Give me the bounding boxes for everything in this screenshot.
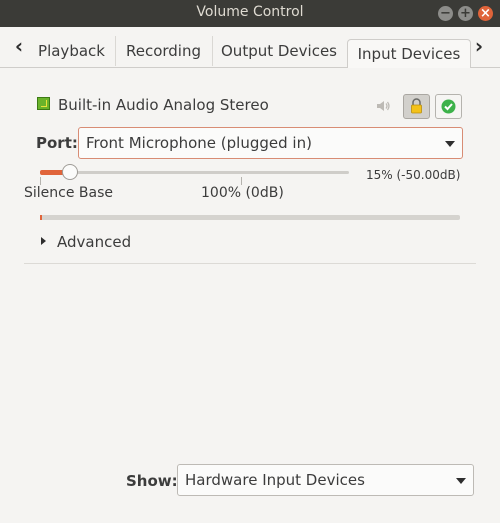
level-meter <box>40 215 460 220</box>
tab-scroll-left-icon[interactable]: ‹ <box>12 36 26 56</box>
tab-scroll-right-icon[interactable]: › <box>472 36 486 56</box>
unity-label: 100% (0dB) <box>201 185 284 201</box>
tab-output-devices[interactable]: Output Devices <box>212 36 346 66</box>
show-label: Show: <box>126 472 178 490</box>
speaker-icon[interactable] <box>375 98 391 114</box>
close-button[interactable]: × <box>478 6 493 21</box>
device-name: Built-in Audio Analog Stereo <box>58 96 269 114</box>
unity-tick <box>241 177 242 185</box>
advanced-expander[interactable]: Advanced <box>57 233 131 251</box>
silence-base-label: Silence Base <box>24 185 114 201</box>
check-circle-icon <box>441 99 456 114</box>
volume-slider-track[interactable] <box>40 171 349 174</box>
lock-channels-button[interactable] <box>403 94 430 119</box>
lock-icon <box>411 98 422 114</box>
set-default-button[interactable] <box>435 94 462 119</box>
expander-arrow-icon[interactable] <box>41 237 46 245</box>
title-bar: Volume Control − + × <box>0 0 500 27</box>
tab-recording[interactable]: Recording <box>115 36 213 66</box>
minimize-button[interactable]: − <box>438 6 453 21</box>
tab-playback[interactable]: Playback <box>28 36 116 66</box>
port-label: Port: <box>36 134 78 152</box>
volume-readout: 15% (-50.00dB) <box>366 168 461 182</box>
volume-slider-thumb[interactable] <box>62 164 79 180</box>
tab-input-devices[interactable]: Input Devices <box>347 39 471 68</box>
chevron-down-icon <box>456 478 466 484</box>
port-value: Front Microphone (plugged in) <box>86 134 312 152</box>
chevron-down-icon <box>445 141 455 147</box>
tab-bar: ‹ Playback Recording Output Devices Inpu… <box>0 27 500 68</box>
audio-card-icon <box>37 97 50 110</box>
silence-tick <box>40 177 41 185</box>
window-title: Volume Control <box>196 4 304 20</box>
port-select[interactable]: Front Microphone (plugged in) <box>78 127 463 159</box>
divider <box>24 263 476 264</box>
maximize-button[interactable]: + <box>458 6 473 21</box>
level-meter-peak <box>40 215 42 220</box>
show-value: Hardware Input Devices <box>185 471 365 489</box>
show-select[interactable]: Hardware Input Devices <box>177 464 474 496</box>
